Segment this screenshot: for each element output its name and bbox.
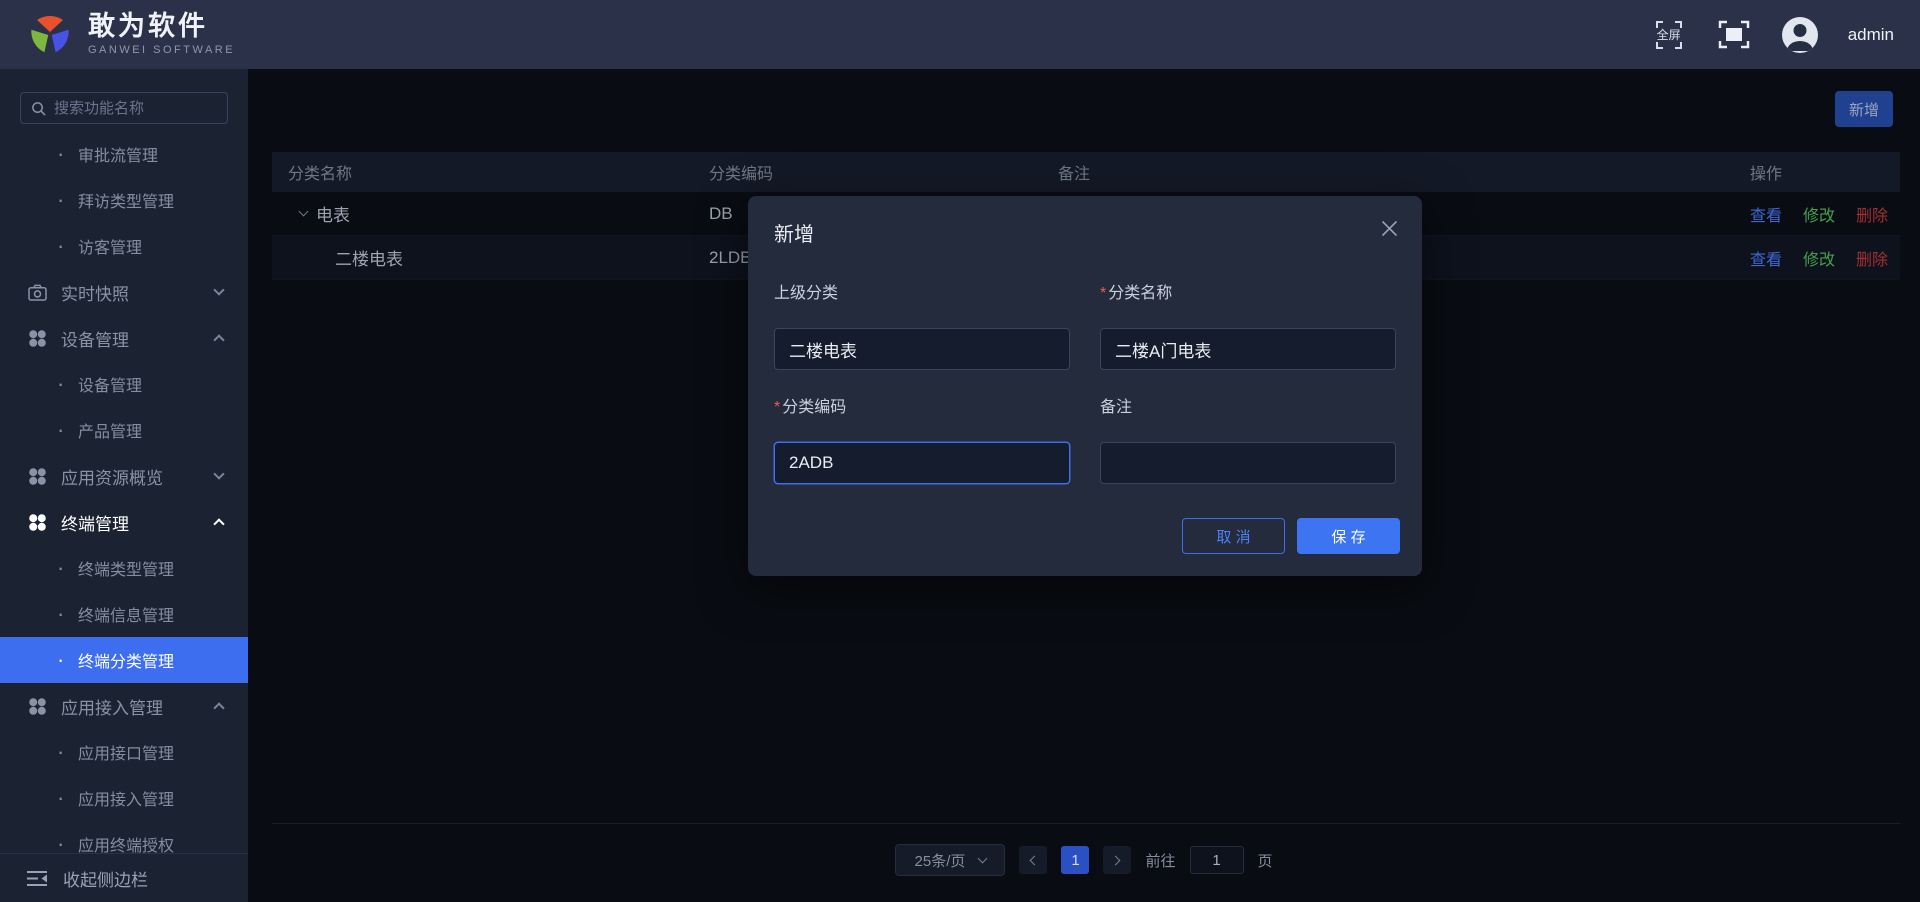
sidebar-menu: 审批流管理 拜访类型管理 访客管理 实时快照: [0, 131, 248, 853]
app-window: 敢为软件 GANWEI SOFTWARE 全屏 admin 搜索功能名称 · 审…: [0, 0, 1920, 902]
sidebar-item-terminal-info[interactable]: 终端信息管理: [0, 591, 248, 637]
collapse-sidebar-button[interactable]: 收起侧边栏: [0, 853, 248, 902]
sidebar-item-app-terminal-auth[interactable]: 应用终端授权: [0, 821, 248, 853]
sidebar-item-device-mgmt-sub[interactable]: 设备管理: [0, 361, 248, 407]
field-category-name: * 分类名称: [1100, 284, 1396, 370]
chevron-up-icon: [213, 702, 225, 714]
save-button[interactable]: 保 存: [1297, 518, 1400, 554]
required-asterisk: *: [774, 399, 781, 416]
logo-mark: [31, 15, 69, 52]
add-button[interactable]: 新增: [1835, 91, 1893, 127]
sidebar: 审批流管理 拜访类型管理 访客管理 实时快照: [0, 69, 248, 902]
fullscreen-cn-icon[interactable]: 全屏: [1652, 18, 1686, 52]
field-category-code: * 分类编码: [774, 398, 1070, 484]
cancel-button[interactable]: 取 消: [1182, 518, 1285, 554]
dialog-form: 上级分类 *分类名称 *分类编码 备注: [774, 284, 1396, 484]
edit-link[interactable]: 修改: [1803, 202, 1835, 226]
chevron-down-icon: [213, 284, 225, 296]
search-icon: [32, 101, 46, 116]
field-parent-category: 上级分类: [774, 284, 1070, 370]
prev-page-button[interactable]: [1019, 846, 1048, 874]
remark-input[interactable]: [1100, 442, 1396, 484]
sidebar-item-device-mgmt[interactable]: 设备管理: [0, 315, 248, 361]
sidebar-item-app-interface[interactable]: 应用接口管理: [0, 729, 248, 775]
field-remark: 备注: [1100, 398, 1396, 484]
row-expand-icon[interactable]: [298, 206, 309, 217]
sidebar-item-terminal-category[interactable]: 终端分类管理: [0, 637, 248, 683]
brand-subtitle: GANWEI SOFTWARE: [88, 44, 236, 56]
next-page-button[interactable]: [1103, 846, 1132, 874]
chevron-right-icon: [1111, 855, 1121, 865]
sidebar-item-app-resource-overview[interactable]: 应用资源概览: [0, 453, 248, 499]
chevron-down-icon: [977, 853, 988, 863]
brand-logo: 敢为软件 GANWEI SOFTWARE: [26, 13, 235, 57]
table-header: 分类名称 分类编码 备注 操作: [272, 152, 1900, 192]
current-page-button[interactable]: 1: [1061, 846, 1090, 874]
category-name-input[interactable]: [1100, 328, 1396, 370]
dialog-title: 新增: [774, 224, 814, 246]
pagination-divider: [272, 823, 1900, 824]
sidebar-item-realtime-snapshot[interactable]: 实时快照: [0, 269, 248, 315]
person-icon: [1786, 23, 1813, 51]
grid-icon: [27, 696, 47, 716]
sidebar-item-terminal-type[interactable]: 终端类型管理: [0, 545, 248, 591]
page-size-select[interactable]: 25条/页: [895, 844, 1006, 876]
goto-prefix-label: 前往: [1145, 852, 1176, 870]
chevron-down-icon: [213, 468, 225, 480]
delete-link[interactable]: 删除: [1856, 202, 1888, 226]
parent-category-input[interactable]: [774, 328, 1070, 370]
sidebar-item-visit-type[interactable]: 拜访类型管理: [0, 177, 248, 223]
search-input[interactable]: [54, 99, 217, 117]
camera-icon: [27, 282, 47, 302]
brand-title: 敢为软件: [88, 11, 208, 41]
goto-suffix-label: 页: [1257, 852, 1273, 870]
sidebar-item-app-access-mgmt[interactable]: 应用接入管理: [0, 683, 248, 729]
expand-screen-icon[interactable]: [1716, 19, 1752, 50]
view-link[interactable]: 查看: [1750, 246, 1782, 270]
grid-icon: [27, 328, 47, 348]
add-dialog: 新增 上级分类 *分类名称 *分类编码 备注: [748, 196, 1422, 576]
goto-page-input[interactable]: [1189, 846, 1244, 874]
delete-link[interactable]: 删除: [1856, 246, 1888, 270]
required-asterisk: *: [1100, 285, 1107, 302]
category-code-input[interactable]: [774, 442, 1070, 484]
top-header: 敢为软件 GANWEI SOFTWARE 全屏 admin: [0, 0, 1920, 69]
sidebar-item-terminal-mgmt[interactable]: 终端管理: [0, 499, 248, 545]
sidebar-item-visitor[interactable]: 访客管理: [0, 223, 248, 269]
grid-icon: [27, 512, 47, 532]
username-label[interactable]: admin: [1848, 25, 1894, 45]
sidebar-item-app-access-sub[interactable]: 应用接入管理: [0, 775, 248, 821]
pagination: 25条/页 1 前往 页: [248, 844, 1920, 876]
close-icon[interactable]: [1381, 220, 1398, 237]
collapse-sidebar-icon: [27, 870, 47, 886]
user-avatar[interactable]: [1781, 16, 1818, 53]
sidebar-item-approval-flow[interactable]: 审批流管理: [0, 131, 248, 177]
chevron-left-icon: [1030, 855, 1040, 865]
edit-link[interactable]: 修改: [1803, 246, 1835, 270]
chevron-up-icon: [213, 518, 225, 530]
sidebar-item-product-mgmt[interactable]: 产品管理: [0, 407, 248, 453]
view-link[interactable]: 查看: [1750, 202, 1782, 226]
sidebar-search-box: [20, 92, 228, 124]
grid-icon: [27, 466, 47, 486]
chevron-up-icon: [213, 334, 225, 346]
